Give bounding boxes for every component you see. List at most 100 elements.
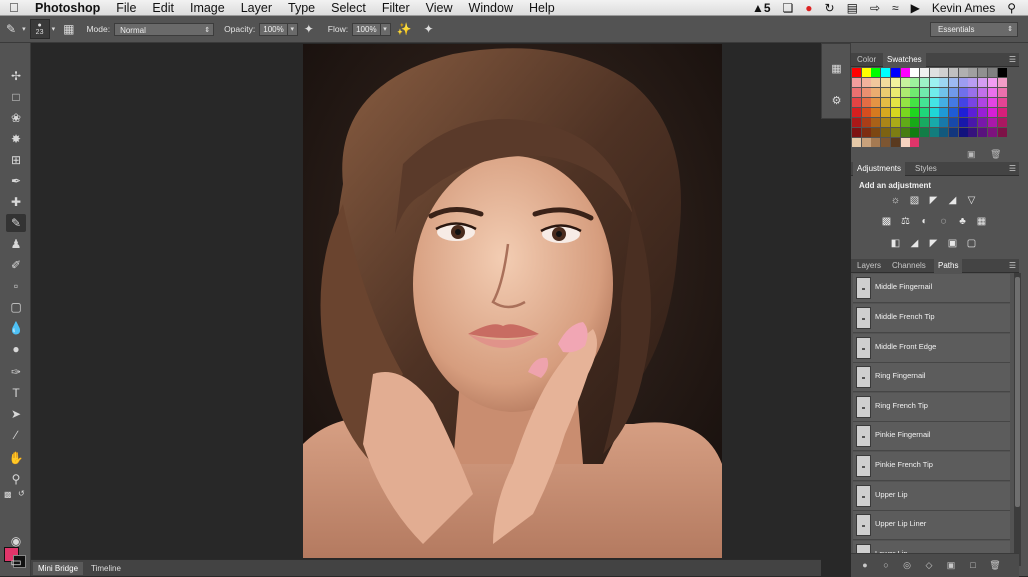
quick-selection-tool-icon[interactable]: ✸: [6, 130, 26, 148]
airbrush-icon[interactable]: ✨: [397, 22, 412, 36]
swatch[interactable]: [910, 68, 920, 77]
swatch[interactable]: [929, 128, 939, 137]
path-row[interactable]: Pinkie French Tip: [853, 452, 1010, 481]
tab-color[interactable]: Color: [853, 53, 880, 67]
brush-tool-icon-active[interactable]: ✎: [6, 214, 26, 232]
swatch[interactable]: [881, 98, 891, 107]
swatch[interactable]: [997, 108, 1007, 117]
swatch[interactable]: [910, 88, 920, 97]
delete-path-icon[interactable]: 🗑: [989, 559, 1001, 571]
swatch[interactable]: [958, 88, 968, 97]
swatch[interactable]: [852, 118, 861, 127]
workspace-switcher[interactable]: Essentials ⇕: [930, 22, 1018, 37]
swatch[interactable]: [939, 88, 949, 97]
swatch[interactable]: [987, 108, 997, 117]
swatch[interactable]: [852, 68, 861, 77]
levels-icon[interactable]: ▧: [908, 195, 921, 206]
portrait-photo[interactable]: [303, 44, 722, 558]
swatch[interactable]: [997, 68, 1007, 77]
swatch[interactable]: [871, 118, 881, 127]
brush-preset-arrow-icon[interactable]: ▾: [52, 25, 56, 33]
swatch[interactable]: [852, 88, 861, 97]
color-lookup-icon[interactable]: ▦: [975, 216, 988, 227]
new-path-icon[interactable]: □: [967, 559, 979, 571]
menu-filter[interactable]: Filter: [382, 0, 410, 16]
eyedropper-tool-icon[interactable]: ✒: [6, 172, 26, 190]
swatch[interactable]: [910, 78, 920, 87]
swatch[interactable]: [987, 118, 997, 127]
swatch[interactable]: [919, 78, 929, 87]
swatch[interactable]: [958, 98, 968, 107]
marquee-tool-icon[interactable]: □: [6, 88, 26, 106]
quick-mask-icon[interactable]: ◉: [6, 532, 26, 550]
tab-styles[interactable]: Styles: [911, 162, 941, 176]
swatch[interactable]: [958, 78, 968, 87]
swatch[interactable]: [890, 128, 900, 137]
swatch[interactable]: [919, 68, 929, 77]
apple-icon[interactable]: : [9, 0, 23, 16]
invert-icon[interactable]: ◧: [889, 238, 902, 249]
history-brush-tool-icon[interactable]: ✐: [6, 256, 26, 274]
tab-channels[interactable]: Channels: [888, 259, 930, 273]
swatch[interactable]: [949, 88, 958, 97]
swap-colors-icon[interactable]: ↺: [18, 489, 25, 498]
swatch[interactable]: [871, 88, 881, 97]
swatch[interactable]: [861, 138, 871, 147]
blur-tool-icon[interactable]: 💧: [6, 319, 26, 337]
opacity-arrow-icon[interactable]: ▾: [287, 22, 298, 36]
gradient-tool-icon[interactable]: ▢: [6, 298, 26, 316]
swatch[interactable]: [939, 78, 949, 87]
path-row[interactable]: Upper Lip Liner: [853, 511, 1010, 540]
swatch[interactable]: [968, 128, 978, 137]
flow-arrow-icon[interactable]: ▾: [380, 22, 391, 36]
record-status-icon[interactable]: ●: [805, 0, 812, 16]
swatch[interactable]: [968, 98, 978, 107]
path-row[interactable]: Middle Front Edge: [853, 334, 1010, 363]
paths-scrollbar[interactable]: [1014, 273, 1021, 566]
paths-scroll-thumb[interactable]: [1015, 277, 1020, 507]
swatch[interactable]: [900, 128, 910, 137]
swatch[interactable]: [978, 68, 988, 77]
swatch[interactable]: [958, 68, 968, 77]
swatch[interactable]: [919, 88, 929, 97]
swatch[interactable]: [929, 78, 939, 87]
swatch[interactable]: [929, 68, 939, 77]
type-tool-icon[interactable]: T: [6, 384, 26, 402]
path-row[interactable]: Upper Lip: [853, 482, 1010, 511]
swatch[interactable]: [861, 128, 871, 137]
tool-preset-arrow-icon[interactable]: ▾: [22, 25, 26, 33]
properties-panel-icon[interactable]: ⚙: [829, 94, 844, 108]
hue-saturation-icon[interactable]: ▩: [880, 216, 893, 227]
hand-tool-icon[interactable]: ✋: [6, 449, 26, 467]
swatch[interactable]: [997, 88, 1007, 97]
fill-path-icon[interactable]: ●: [859, 559, 871, 571]
swatch[interactable]: [929, 118, 939, 127]
swatch[interactable]: [929, 98, 939, 107]
swatch[interactable]: [919, 128, 929, 137]
swatch[interactable]: [890, 78, 900, 87]
swatch[interactable]: [861, 68, 871, 77]
tab-mini-bridge[interactable]: Mini Bridge: [33, 562, 84, 575]
swatch[interactable]: [881, 88, 891, 97]
swatch[interactable]: [987, 98, 997, 107]
swatch[interactable]: [919, 118, 929, 127]
swatch[interactable]: [919, 108, 929, 117]
swatch[interactable]: [929, 108, 939, 117]
swatch[interactable]: [852, 78, 861, 87]
swatch[interactable]: [900, 98, 910, 107]
swatch[interactable]: [997, 78, 1007, 87]
swatch[interactable]: [978, 128, 988, 137]
swatch[interactable]: [871, 108, 881, 117]
path-row[interactable]: Middle French Tip: [853, 304, 1010, 333]
layers-status-icon[interactable]: ❏: [783, 0, 794, 16]
flow-field[interactable]: 100%: [352, 22, 381, 36]
swatches-grid[interactable]: [852, 68, 1008, 147]
swatch[interactable]: [881, 68, 891, 77]
swatch[interactable]: [987, 88, 997, 97]
swatch[interactable]: [978, 88, 988, 97]
swatch[interactable]: [871, 98, 881, 107]
menu-help[interactable]: Help: [529, 0, 555, 16]
swatch[interactable]: [910, 108, 920, 117]
user-name[interactable]: Kevin Ames: [932, 0, 995, 16]
photo-filter-icon[interactable]: ◌: [937, 216, 950, 227]
